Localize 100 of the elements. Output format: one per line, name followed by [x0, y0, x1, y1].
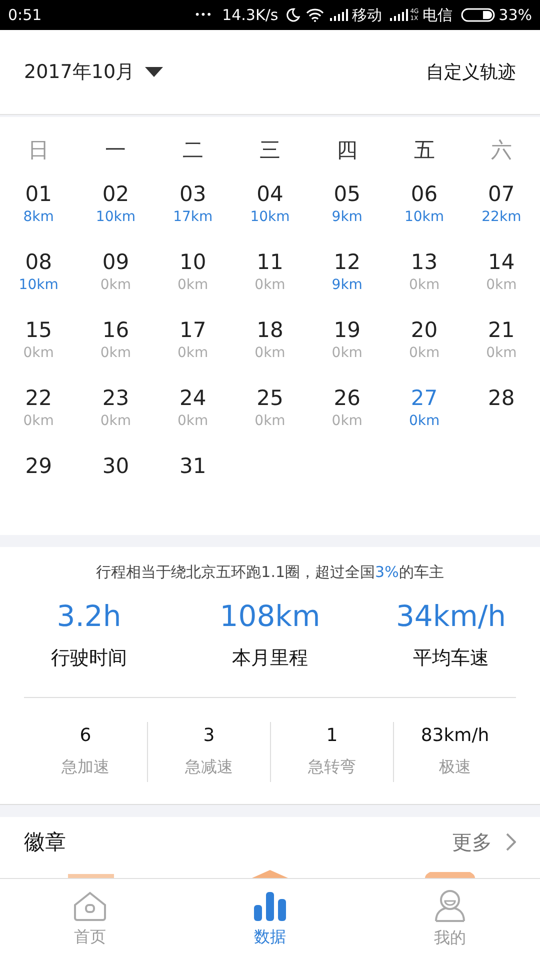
- day-number[interactable]: 07: [488, 181, 515, 207]
- user-icon: [433, 890, 467, 922]
- bar-chart-icon: [253, 890, 287, 920]
- distance-label: 0km: [178, 412, 208, 431]
- weekday-label: 五: [414, 138, 435, 162]
- moon-icon: [286, 8, 300, 22]
- stat-label: 急转弯: [308, 756, 356, 778]
- day-number[interactable]: 15: [25, 317, 52, 343]
- distance-label: 0km: [408, 412, 440, 431]
- signal-icon: [390, 9, 408, 21]
- custom-track-button[interactable]: 自定义轨迹: [426, 58, 516, 86]
- home-icon: [73, 890, 107, 920]
- distance-label: 0km: [332, 344, 362, 363]
- stat-value: 3.2h: [56, 598, 122, 634]
- battery-level: 33%: [498, 4, 532, 26]
- day-number[interactable]: 18: [256, 317, 284, 343]
- distance-label: 0km: [408, 276, 440, 295]
- day-number[interactable]: 14: [488, 249, 515, 275]
- distance-label: 0km: [254, 344, 286, 363]
- day-number[interactable]: 06: [410, 181, 438, 207]
- dropdown-icon: [144, 67, 163, 77]
- distance-label: 0km: [23, 344, 54, 363]
- carrier-name: 电信: [422, 4, 453, 26]
- day-number[interactable]: 19: [334, 317, 360, 343]
- distance-label: 10km: [96, 208, 136, 227]
- stat-value: 83km/h: [420, 724, 490, 748]
- summary-text: 行程相当于绕北京五环跑1.1圈，超过全国3%的车主: [95, 562, 445, 583]
- distance-label: 0km: [408, 344, 440, 363]
- stat-label: 本月里程: [232, 646, 308, 670]
- day-number[interactable]: 16: [102, 317, 130, 343]
- distance-label: 9km: [332, 276, 362, 295]
- distance-label: 0km: [100, 344, 132, 363]
- day-number[interactable]: 03: [179, 181, 206, 207]
- distance-label: 0km: [254, 412, 286, 431]
- day-number[interactable]: 05: [334, 181, 360, 207]
- day-number[interactable]: 28: [488, 385, 515, 411]
- weekday-label: 日: [28, 138, 50, 162]
- day-number[interactable]: 02: [102, 181, 130, 207]
- distance-label: 22km: [482, 208, 522, 227]
- day-number[interactable]: 09: [102, 249, 130, 275]
- distance-label: 0km: [23, 412, 54, 431]
- stat-value: 1: [326, 724, 338, 748]
- stat-value: 3: [203, 724, 215, 748]
- day-number[interactable]: 23: [102, 385, 130, 411]
- weekday-label: 三: [259, 138, 280, 162]
- chevron-right-icon: [506, 833, 516, 851]
- stat-label: 急减速: [185, 756, 233, 778]
- distance-label: 0km: [254, 276, 286, 295]
- stat-label: 行驶时间: [51, 646, 127, 670]
- day-number[interactable]: 25: [256, 385, 284, 411]
- stat-value: 108km: [220, 598, 320, 634]
- distance-label: 0km: [100, 412, 132, 431]
- battery-icon: [460, 8, 495, 22]
- distance-label: 10km: [404, 208, 444, 227]
- day-number[interactable]: 27: [410, 385, 438, 411]
- distance-label: 10km: [250, 208, 290, 227]
- wifi-icon: [306, 8, 324, 22]
- day-number[interactable]: 24: [179, 385, 206, 411]
- distance-label: 0km: [100, 276, 132, 295]
- stat-label: 平均车速: [413, 646, 489, 670]
- clock: 0:51: [8, 4, 42, 26]
- more-icon: •••: [194, 8, 212, 22]
- day-number[interactable]: 01: [25, 181, 52, 207]
- day-number[interactable]: 17: [179, 317, 206, 343]
- distance-label: 10km: [18, 276, 58, 295]
- day-number[interactable]: 26: [334, 385, 360, 411]
- badge-icon: [425, 872, 475, 878]
- stat-value: 6: [80, 724, 92, 748]
- distance-label: 17km: [173, 208, 213, 227]
- month-selector[interactable]: 2017年10月: [24, 58, 163, 86]
- weekday-label: 二: [182, 138, 204, 162]
- day-number[interactable]: 31: [179, 453, 206, 479]
- day-number[interactable]: 20: [410, 317, 438, 343]
- day-number[interactable]: 04: [256, 181, 284, 207]
- distance-label: 9km: [332, 208, 362, 227]
- distance-label: 8km: [23, 208, 54, 227]
- day-number[interactable]: 11: [256, 249, 284, 275]
- day-number[interactable]: 13: [410, 249, 438, 275]
- stat-label: 急加速: [62, 756, 110, 778]
- weekday-label: 六: [490, 138, 512, 162]
- stat-value: 34km/h: [396, 598, 506, 634]
- weekday-label: 一: [105, 138, 126, 162]
- network-speed: 14.3K/s: [222, 4, 278, 26]
- distance-label: 0km: [178, 276, 208, 295]
- distance-label: 0km: [486, 344, 517, 363]
- day-number[interactable]: 12: [334, 249, 360, 275]
- nav-tab[interactable]: 数据: [180, 879, 360, 960]
- day-number[interactable]: 21: [488, 317, 515, 343]
- weekday-label: 四: [336, 138, 358, 162]
- distance-label: 0km: [486, 276, 517, 295]
- more-link[interactable]: 更多: [452, 827, 516, 857]
- day-number[interactable]: 29: [25, 453, 52, 479]
- day-number[interactable]: 10: [179, 249, 206, 275]
- day-number[interactable]: 22: [25, 385, 52, 411]
- badge-icon: [68, 874, 114, 878]
- day-number[interactable]: 08: [25, 249, 52, 275]
- day-number[interactable]: 30: [102, 453, 130, 479]
- carrier-name: 移动: [352, 4, 382, 26]
- stat-label: 极速: [439, 756, 471, 778]
- distance-label: 0km: [332, 412, 362, 431]
